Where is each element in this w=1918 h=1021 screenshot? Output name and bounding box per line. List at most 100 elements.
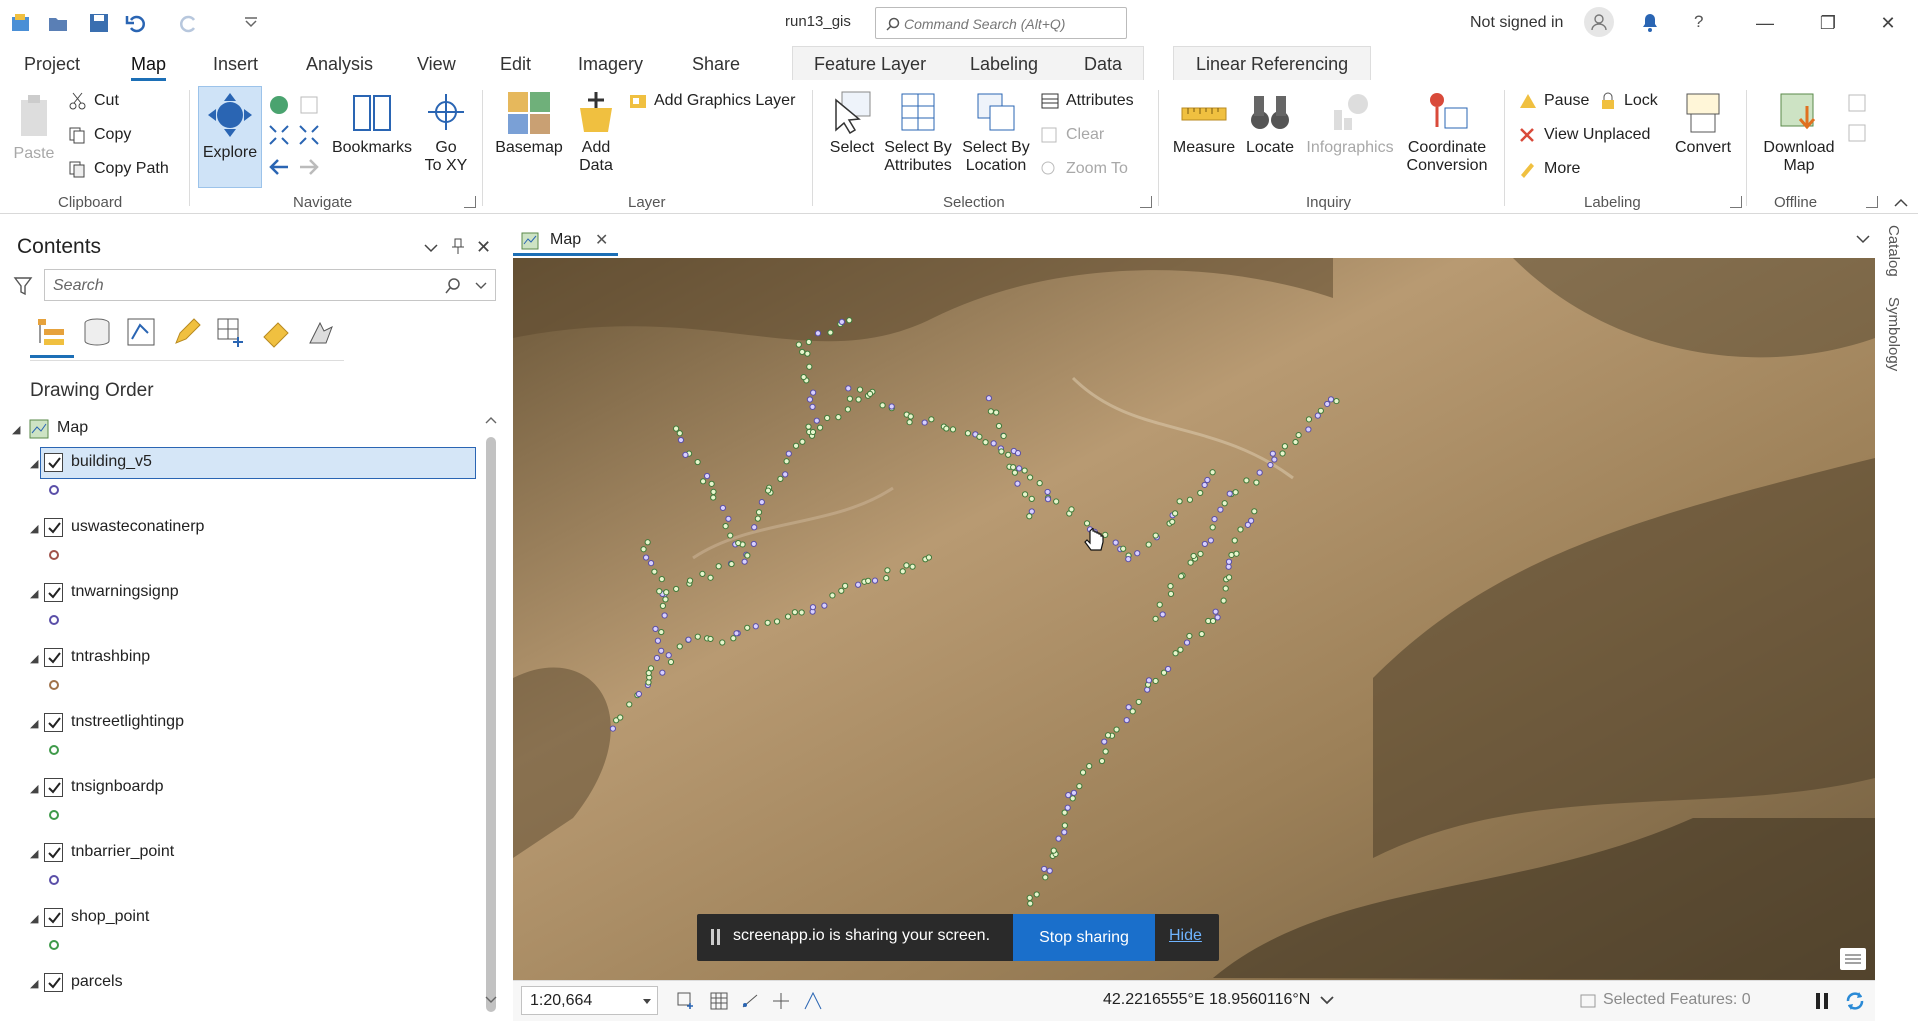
sync-icon[interactable] [1846, 92, 1868, 117]
close-map-tab-icon[interactable]: ✕ [595, 230, 608, 250]
user-avatar-icon[interactable] [1584, 7, 1614, 37]
layer-row[interactable]: ◢ tntrashbinp [0, 642, 480, 674]
stop-sharing-button[interactable]: Stop sharing [1013, 914, 1155, 961]
close-window-button[interactable]: ✕ [1868, 8, 1908, 38]
select-by-attributes-button[interactable]: Select By Attributes [880, 90, 956, 175]
pin-icon[interactable] [451, 237, 465, 258]
tab-imagery[interactable]: Imagery [578, 54, 643, 75]
tab-labeling[interactable]: Labeling [970, 54, 1038, 75]
list-by-selection-icon[interactable] [124, 315, 158, 349]
layer-visibility-checkbox[interactable] [44, 843, 63, 862]
bookmarks-button[interactable]: Bookmarks [330, 90, 414, 157]
zoom-in-fixed-icon[interactable] [268, 124, 290, 149]
pause-labeling-button[interactable]: Pause [1518, 90, 1589, 112]
add-data-button[interactable]: Add Data [568, 90, 624, 175]
coordinate-conversion-button[interactable]: Coordinate Conversion [1402, 90, 1492, 175]
catalog-dock-tab[interactable]: Catalog [1885, 225, 1902, 277]
help-icon[interactable]: ? [1694, 12, 1703, 32]
explore-button[interactable]: Explore [198, 86, 262, 188]
collapse-caret-icon[interactable]: ◢ [30, 587, 38, 600]
select-button[interactable]: Select [820, 90, 884, 157]
grid-icon[interactable] [709, 991, 729, 1011]
layer-row[interactable]: ◢ building_v5 [0, 447, 480, 479]
collapse-caret-icon[interactable]: ◢ [30, 782, 38, 795]
zoom-to-selection-button[interactable]: Zoom To [1040, 158, 1128, 180]
layer-row[interactable]: ◢ tnstreetlightingp [0, 707, 480, 739]
hide-toast-link[interactable]: Hide [1169, 927, 1202, 945]
symbology-dock-tab[interactable]: Symbology [1885, 297, 1902, 371]
pane-options-icon[interactable] [424, 241, 438, 257]
measure-button[interactable]: Measure [1168, 90, 1240, 157]
notifications-icon[interactable] [1638, 10, 1662, 37]
attributes-button[interactable]: Attributes [1040, 90, 1134, 112]
collapse-caret-icon[interactable]: ◢ [30, 652, 38, 665]
tab-share[interactable]: Share [692, 54, 740, 75]
collapse-caret-icon[interactable]: ◢ [30, 912, 38, 925]
scroll-down-icon[interactable] [484, 993, 498, 1007]
scroll-up-icon[interactable] [484, 413, 498, 427]
collapse-caret-icon[interactable]: ◢ [12, 423, 20, 436]
collapse-caret-icon[interactable]: ◢ [30, 522, 38, 535]
layer-symbol-icon[interactable] [49, 615, 59, 625]
full-extent-icon[interactable] [268, 94, 290, 119]
map-tabs-dropdown-icon[interactable] [1856, 232, 1870, 248]
labeling-dialog-launcher[interactable] [1730, 196, 1742, 208]
layer-symbol-icon[interactable] [49, 810, 59, 820]
map-tree-node[interactable]: ◢ Map [0, 413, 480, 445]
open-project-icon[interactable] [47, 12, 69, 34]
layer-row[interactable]: ◢ uswasteconatinerp [0, 512, 480, 544]
layer-visibility-checkbox[interactable] [44, 648, 63, 667]
download-map-button[interactable]: Download Map [1756, 90, 1842, 175]
new-project-icon[interactable] [10, 12, 32, 34]
layer-symbol-icon[interactable] [49, 680, 59, 690]
command-search-input[interactable]: Command Search (Alt+Q) [875, 7, 1127, 39]
minimize-button[interactable]: — [1745, 8, 1785, 38]
copy-path-button[interactable]: Copy Path [68, 158, 169, 180]
tab-analysis[interactable]: Analysis [306, 54, 373, 75]
scrollbar-thumb[interactable] [486, 437, 496, 1012]
copy-button[interactable]: Copy [68, 124, 131, 146]
customize-toolbar-icon[interactable] [240, 12, 262, 34]
refresh-icon[interactable] [1843, 989, 1867, 1013]
tab-data[interactable]: Data [1084, 54, 1122, 75]
layer-symbol-icon[interactable] [49, 550, 59, 560]
paste-button[interactable]: Paste [12, 92, 56, 163]
contents-search-input[interactable]: Search [44, 269, 496, 301]
go-to-xy-button[interactable]: Go To XY [418, 90, 474, 175]
list-by-snapping-icon[interactable] [214, 315, 248, 349]
tab-feature-layer[interactable]: Feature Layer [814, 54, 926, 75]
save-project-icon[interactable] [88, 12, 110, 34]
locate-button[interactable]: Locate [1240, 90, 1300, 157]
layer-visibility-checkbox[interactable] [44, 908, 63, 927]
correction-icon[interactable] [771, 991, 791, 1011]
tab-map[interactable]: Map [131, 54, 167, 81]
list-by-labeling-icon[interactable] [260, 315, 294, 349]
tab-project[interactable]: Project [24, 54, 80, 75]
layer-visibility-checkbox[interactable] [44, 778, 63, 797]
layer-symbol-icon[interactable] [49, 485, 59, 495]
drag-handle-icon[interactable] [711, 929, 714, 945]
constraints-icon[interactable] [741, 991, 761, 1011]
dynamic-constraints-icon[interactable] [803, 991, 825, 1011]
notes-icon[interactable] [1840, 948, 1866, 970]
layer-row[interactable]: ◢ tnwarningsignp [0, 577, 480, 609]
collapse-ribbon-icon[interactable] [1894, 196, 1908, 212]
collapse-caret-icon[interactable]: ◢ [30, 847, 38, 860]
redo-icon[interactable] [178, 12, 200, 34]
layer-row[interactable]: ◢ tnbarrier_point [0, 837, 480, 869]
infographics-button[interactable]: Infographics [1300, 90, 1400, 157]
list-by-drawing-order-icon[interactable] [34, 315, 68, 349]
layer-symbol-icon[interactable] [49, 940, 59, 950]
pause-drawing-icon[interactable] [1816, 993, 1820, 1009]
layer-visibility-checkbox[interactable] [44, 518, 63, 537]
layer-symbol-icon[interactable] [49, 875, 59, 885]
tab-insert[interactable]: Insert [213, 54, 258, 75]
layer-visibility-checkbox[interactable] [44, 973, 63, 992]
tab-edit[interactable]: Edit [500, 54, 531, 75]
add-graphics-layer-button[interactable]: Add Graphics Layer [628, 90, 795, 112]
close-pane-icon[interactable]: ✕ [476, 237, 491, 258]
layer-row[interactable]: ◢ shop_point [0, 902, 480, 934]
filter-icon[interactable] [13, 275, 33, 300]
undo-icon[interactable] [125, 12, 147, 34]
tab-view[interactable]: View [417, 54, 456, 75]
